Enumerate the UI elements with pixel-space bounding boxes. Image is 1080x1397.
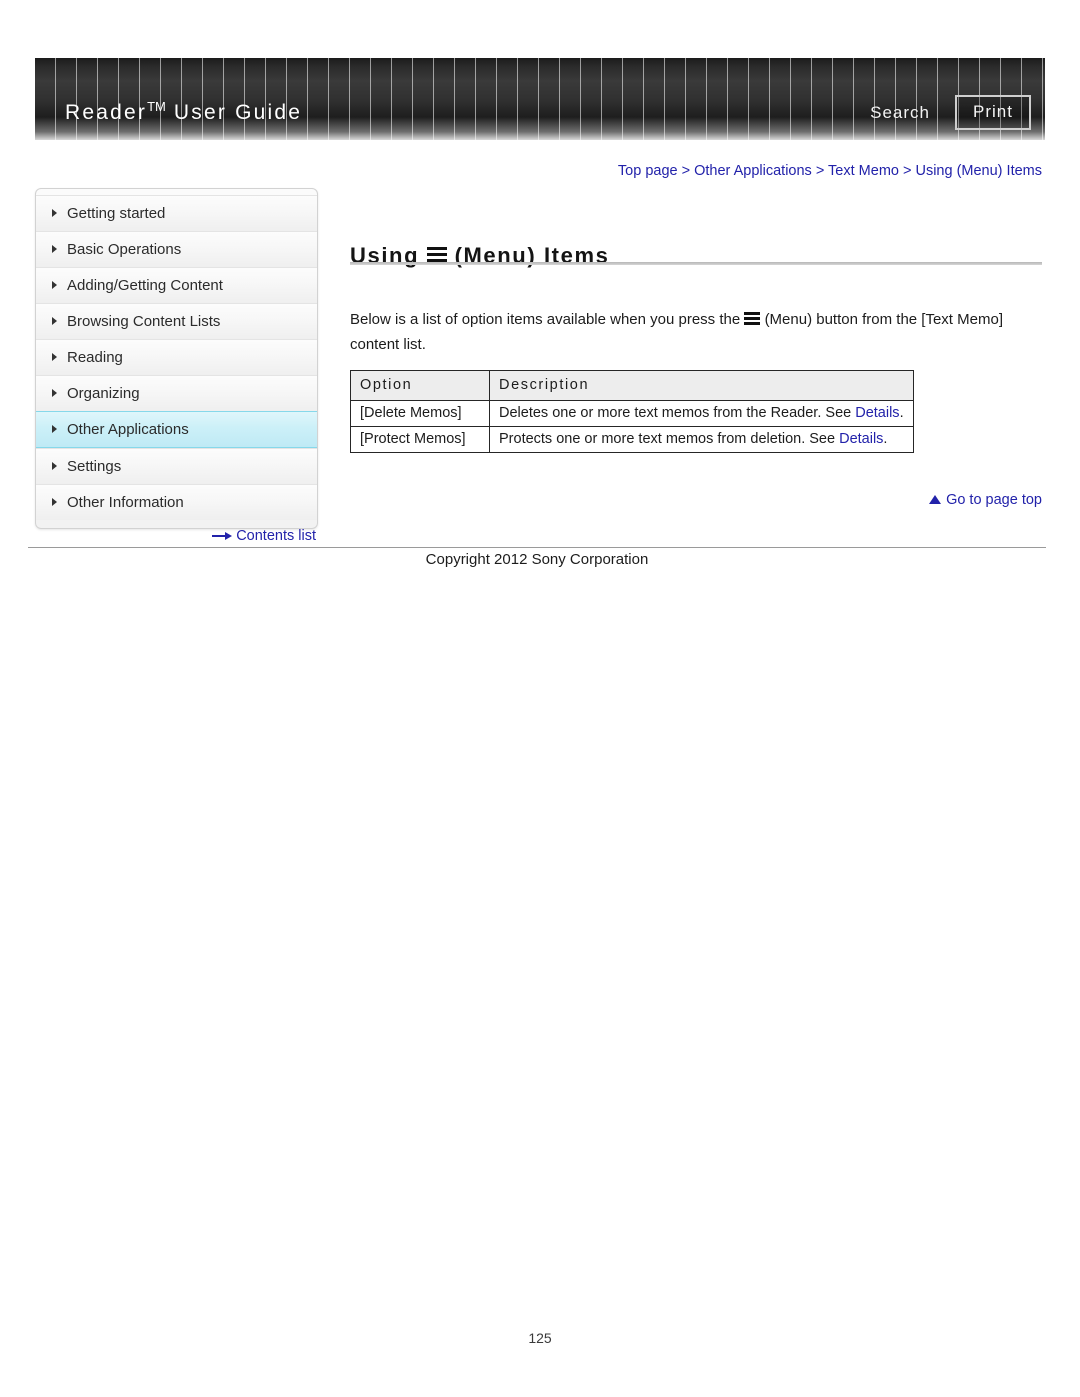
contents-list-link[interactable]: Contents list [35,528,316,544]
footer-divider [28,547,1046,548]
sidebar-item-settings[interactable]: Settings [36,448,317,484]
sidebar-item-organizing[interactable]: Organizing [36,375,317,411]
chevron-right-icon [52,209,57,218]
title-divider [350,262,1042,265]
chevron-right-icon [52,317,57,326]
cell-option: [Delete Memos] [350,400,490,427]
intro-paragraph: Below is a list of option items availabl… [350,307,1050,357]
cell-description: Deletes one or more text memos from the … [489,400,914,427]
go-to-page-top-link[interactable]: Go to page top [350,492,1042,508]
sidebar-nav: Getting started Basic Operations Adding/… [35,188,318,529]
cell-description: Protects one or more text memos from del… [489,426,914,453]
triangle-up-icon [929,494,942,504]
options-table: Option Description [Delete Memos] Delete… [350,370,914,453]
breadcrumb[interactable]: Top page > Other Applications > Text Mem… [350,163,1042,179]
chevron-right-icon [52,389,57,398]
description-text: Protects one or more text memos from del… [499,431,840,447]
sidebar-item-label: Settings [67,458,122,475]
details-link[interactable]: Details [839,431,883,447]
table-row: [Protect Memos] Protects one or more tex… [350,426,914,453]
table-body: [Delete Memos] Deletes one or more text … [350,400,914,453]
sidebar-item-label: Getting started [67,205,166,222]
trademark-symbol: TM [147,99,166,114]
app-title: ReaderTM User Guide [65,99,302,125]
sidebar-item-basic-operations[interactable]: Basic Operations [36,231,317,267]
copyright-text: Copyright 2012 Sony Corporation [425,551,649,568]
sidebar-item-label: Reading [67,349,123,366]
sidebar-item-other-applications[interactable]: Other Applications [36,411,317,448]
chevron-right-icon [52,425,57,434]
print-button[interactable]: Print [955,95,1031,130]
arrow-right-icon [212,531,233,541]
app-title-suffix: User Guide [165,101,303,124]
sidebar-item-label: Organizing [67,385,140,402]
search-button[interactable]: Search [870,103,930,123]
chevron-right-icon [52,245,57,254]
chevron-right-icon [52,281,57,290]
chevron-right-icon [52,462,57,471]
sidebar-item-label: Basic Operations [67,241,182,258]
details-link[interactable]: Details [855,405,899,421]
chevron-right-icon [52,498,57,507]
contents-list-label: Contents list [236,528,316,544]
table-head: Option Description [350,370,914,401]
chevron-right-icon [52,353,57,362]
description-period: . [899,405,904,421]
sidebar-item-getting-started[interactable]: Getting started [36,195,317,231]
page-number: 125 [528,1330,552,1346]
go-to-page-top-label: Go to page top [946,492,1042,508]
sidebar-item-adding-getting-content[interactable]: Adding/Getting Content [36,267,317,303]
description-period: . [883,431,888,447]
sidebar-item-label: Other Information [67,494,184,511]
sidebar-item-label: Browsing Content Lists [67,313,221,330]
sidebar-item-label: Adding/Getting Content [67,277,223,294]
intro-text-part1: Below is a list of option items availabl… [350,311,741,328]
table-header-row: Option Description [350,370,914,401]
column-header-description: Description [489,370,914,401]
cell-option: [Protect Memos] [350,426,490,453]
column-header-option: Option [350,370,490,401]
sidebar-item-browsing-content-lists[interactable]: Browsing Content Lists [36,303,317,339]
sidebar-item-reading[interactable]: Reading [36,339,317,375]
table-row: [Delete Memos] Deletes one or more text … [350,400,914,427]
menu-icon [744,312,761,326]
sidebar-bottom-spacer [36,520,317,528]
app-header-banner: ReaderTM User Guide Search Print [35,58,1045,140]
description-text: Deletes one or more text memos from the … [499,405,856,421]
sidebar-item-label: Other Applications [67,421,189,438]
app-title-text: Reader [65,101,148,124]
sidebar-item-other-information[interactable]: Other Information [36,484,317,520]
